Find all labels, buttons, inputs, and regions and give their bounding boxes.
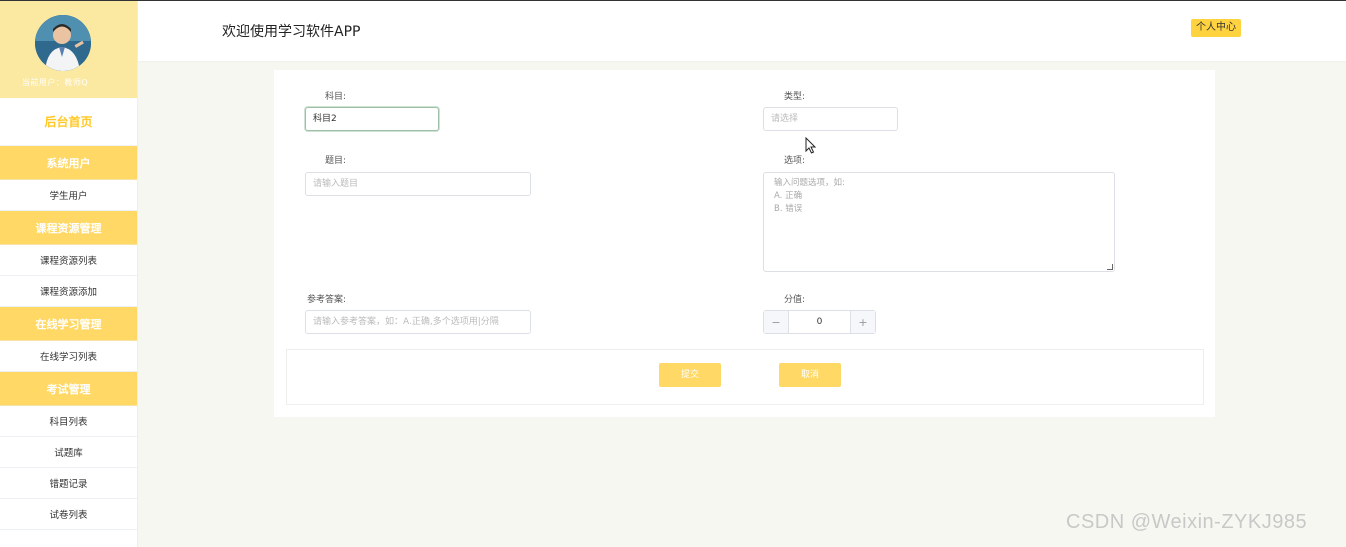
- top-header: 欢迎使用学习软件APP 个人中心: [138, 1, 1346, 61]
- sidebar-group-system-users[interactable]: 系统用户: [0, 146, 137, 180]
- watermark: CSDN @Weixin-ZYKJ985: [1066, 511, 1308, 533]
- answer-input[interactable]: 请输入参考答案，如：A.正确,多个选项用|分隔: [305, 310, 531, 334]
- sidebar-item-wrong-records[interactable]: 错题记录: [0, 468, 137, 499]
- resize-handle[interactable]: [1107, 264, 1113, 270]
- page-title: 欢迎使用学习软件APP: [222, 24, 361, 40]
- score-stepper: − 0 +: [763, 310, 876, 334]
- form-button-bar: 提交 取消: [286, 349, 1204, 405]
- subject-label: 科目:: [325, 92, 347, 102]
- type-select[interactable]: 请选择: [763, 107, 898, 131]
- sidebar-home-link[interactable]: 后台首页: [0, 98, 137, 146]
- sidebar-item-course-resource-add[interactable]: 课程资源添加: [0, 276, 137, 307]
- current-user-label: 当前用户：教师Q: [21, 78, 89, 87]
- type-label: 类型:: [784, 92, 806, 102]
- options-label: 选项:: [784, 156, 806, 166]
- sidebar-group-course-resources[interactable]: 课程资源管理: [0, 211, 137, 245]
- sidebar-item-online-learning-list[interactable]: 在线学习列表: [0, 341, 137, 372]
- sidebar-item-exam-paper-list[interactable]: 试卷列表: [0, 499, 137, 530]
- avatar: [35, 15, 91, 71]
- answer-label: 参考答案:: [307, 295, 347, 305]
- sidebar-group-online-learning[interactable]: 在线学习管理: [0, 307, 137, 341]
- sidebar-item-student-users[interactable]: 学生用户: [0, 180, 137, 211]
- cancel-button[interactable]: 取消: [779, 363, 841, 387]
- options-textarea[interactable]: 输入问题选项，如: A. 正确 B. 错误: [763, 172, 1115, 272]
- decrease-button[interactable]: −: [764, 311, 789, 333]
- mouse-cursor-icon: [805, 137, 817, 154]
- question-form-card: 科目: 科目2 类型: 请选择 题目: 请输入题目 选项: 输入问题选项，如: …: [274, 70, 1215, 417]
- subject-input[interactable]: 科目2: [305, 107, 439, 131]
- question-input[interactable]: 请输入题目: [305, 172, 531, 196]
- increase-button[interactable]: +: [850, 311, 875, 333]
- sidebar-item-course-resource-list[interactable]: 课程资源列表: [0, 245, 137, 276]
- profile-panel: 当前用户：教师Q: [0, 0, 137, 98]
- submit-button[interactable]: 提交: [659, 363, 721, 387]
- options-placeholder-line: 输入问题选项，如:: [774, 178, 845, 188]
- sidebar: 当前用户：教师Q 后台首页 系统用户 学生用户 课程资源管理 课程资源列表 课程…: [0, 0, 138, 547]
- options-placeholder-line: B. 错误: [774, 204, 803, 214]
- user-center-button[interactable]: 个人中心: [1191, 19, 1241, 37]
- sidebar-item-subject-list[interactable]: 科目列表: [0, 406, 137, 437]
- window-top-border: [0, 0, 1346, 1]
- score-label: 分值:: [784, 295, 806, 305]
- score-value[interactable]: 0: [789, 311, 850, 333]
- sidebar-group-exam-management[interactable]: 考试管理: [0, 372, 137, 406]
- options-placeholder-line: A. 正确: [774, 191, 803, 201]
- question-label: 题目:: [325, 156, 347, 166]
- sidebar-item-question-bank[interactable]: 试题库: [0, 437, 137, 468]
